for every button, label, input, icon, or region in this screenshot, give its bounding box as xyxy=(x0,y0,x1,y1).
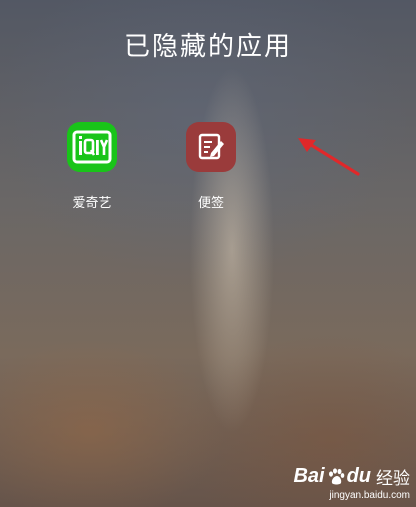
watermark-brand-prefix: Bai xyxy=(293,465,325,487)
blurred-wallpaper-background xyxy=(0,0,416,507)
app-label-iqiyi: 爱奇艺 xyxy=(72,196,112,211)
watermark-url: jingyan.baidu.com xyxy=(329,490,410,501)
app-notes[interactable]: 便签 xyxy=(171,122,251,211)
page-title: 已隐藏的应用 xyxy=(123,32,292,62)
baidu-jingyan-watermark: Bai du 经验 jingyan.baidu.com xyxy=(290,464,410,501)
watermark-service: 经验 xyxy=(376,469,410,489)
baidu-paw-icon xyxy=(328,467,344,484)
iqiyi-icon xyxy=(67,122,117,172)
app-iqiyi[interactable]: 爱奇艺 xyxy=(52,122,132,211)
red-arrow-icon xyxy=(298,138,360,176)
watermark-brand-suffix: du xyxy=(346,465,371,487)
app-label-notes: 便签 xyxy=(197,196,224,211)
notes-icon xyxy=(186,122,236,172)
